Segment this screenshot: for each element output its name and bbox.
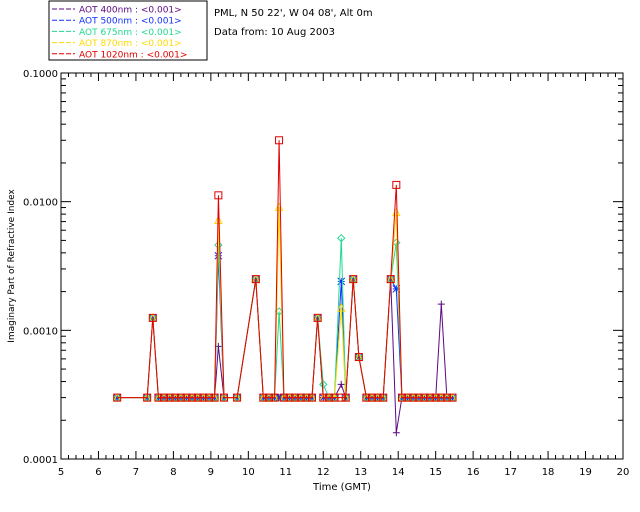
- x-tick-label-6: 6: [95, 467, 101, 478]
- x-axis-title: Time (GMT): [312, 482, 371, 493]
- series-0-point: [392, 429, 400, 437]
- legend-label-4: AOT 1020nm : <0.001>: [79, 50, 187, 60]
- aot-refractive-index-chart: AOT 400nm : <0.001>AOT 500nm : <0.001>AO…: [7, 0, 629, 493]
- y-tick-label-2: 0.0100: [23, 198, 58, 209]
- legend-label-3: AOT 870nm : <0.001>: [79, 39, 182, 49]
- y-axis-title: Imaginary Part of Refractive Index: [7, 188, 17, 342]
- series-line-2: [117, 238, 453, 399]
- series-layer: [112, 136, 457, 437]
- series-line-1: [117, 255, 453, 399]
- series-4: [113, 136, 457, 402]
- x-tick-label-20: 20: [617, 467, 630, 478]
- x-tick-label-19: 19: [579, 467, 592, 478]
- x-tick-label-12: 12: [317, 467, 330, 478]
- legend: AOT 400nm : <0.001>AOT 500nm : <0.001>AO…: [52, 6, 187, 60]
- x-tick-label-15: 15: [429, 467, 442, 478]
- series-3: [112, 202, 457, 402]
- series-1-point: [337, 277, 346, 286]
- x-tick-label-18: 18: [542, 467, 555, 478]
- y-tick-label-0: 0.0001: [23, 455, 58, 466]
- site-info: PML, N 50 22', W 04 08', Alt 0m: [214, 8, 373, 19]
- x-tick-label-14: 14: [392, 467, 405, 478]
- legend-label-0: AOT 400nm : <0.001>: [79, 6, 182, 16]
- legend-label-1: AOT 500nm : <0.001>: [79, 17, 182, 27]
- x-tick-label-11: 11: [279, 467, 292, 478]
- series-line-0: [117, 279, 453, 433]
- series-line-3: [117, 206, 453, 399]
- legend-label-2: AOT 675nm : <0.001>: [79, 28, 182, 38]
- series-2: [112, 234, 457, 402]
- series-0-point: [437, 300, 445, 308]
- series-line-4: [117, 140, 453, 399]
- x-tick-label-5: 5: [58, 467, 64, 478]
- x-tick-label-17: 17: [504, 467, 517, 478]
- x-tick-label-16: 16: [467, 467, 480, 478]
- x-tick-label-9: 9: [208, 467, 214, 478]
- y-tick-label-3: 0.1000: [23, 69, 58, 80]
- series-0-point: [337, 380, 345, 388]
- data-date: Data from: 10 Aug 2003: [214, 27, 335, 38]
- series-1: [113, 251, 457, 402]
- series-0: [113, 275, 457, 437]
- x-tick-label-7: 7: [133, 467, 139, 478]
- axis-ticks: 5 6 7 8 9 10 11 12 13 14 15 16 17 18 19 20 0.0001 0.0010 0…: [23, 69, 629, 478]
- y-tick-label-1: 0.0010: [23, 326, 58, 337]
- x-tick-label-8: 8: [170, 467, 176, 478]
- x-tick-label-10: 10: [242, 467, 255, 478]
- x-tick-label-13: 13: [354, 467, 367, 478]
